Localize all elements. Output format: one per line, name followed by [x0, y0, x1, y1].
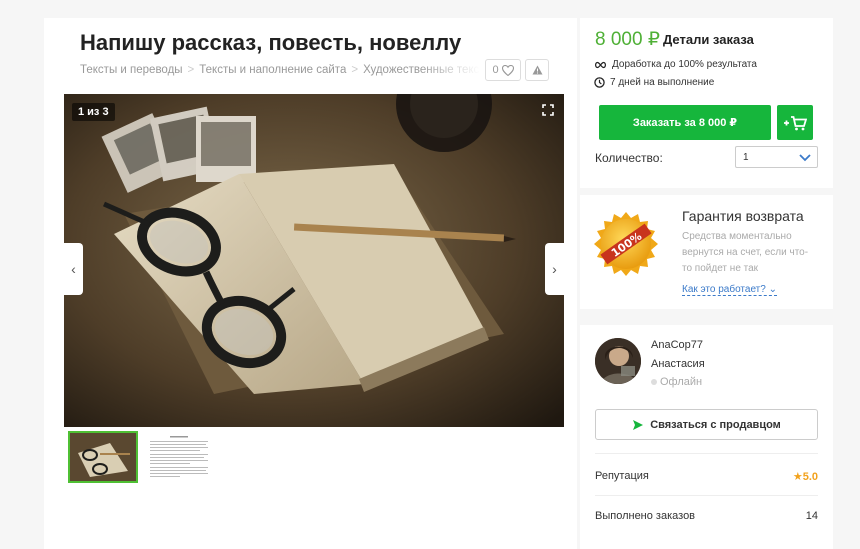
online-status: Офлайн [651, 376, 702, 388]
chevron-down-icon [799, 154, 811, 162]
breadcrumb-separator-icon: > [351, 64, 359, 76]
guarantee-title: Гарантия возврата [682, 208, 804, 224]
divider [595, 495, 818, 496]
quantity-select[interactable]: 1 [735, 146, 818, 168]
send-icon [633, 419, 644, 430]
seller-username[interactable]: AnaCop77 [651, 339, 703, 351]
gallery-photo [64, 94, 564, 427]
gallery-next-button[interactable]: › [545, 243, 564, 295]
heart-icon [501, 64, 514, 76]
order-details-title: Детали заказа [663, 32, 754, 47]
infinity-icon [595, 61, 606, 68]
chevron-right-icon: › [552, 261, 557, 277]
breadcrumb-separator-icon: > [187, 64, 195, 76]
fullscreen-icon[interactable] [542, 103, 554, 121]
avatar[interactable] [595, 338, 641, 384]
status-dot-icon [651, 379, 657, 385]
favorite-button[interactable]: 0 [485, 59, 521, 81]
feature-item: Доработка до 100% результата [594, 59, 757, 70]
money-back-guarantee-badge: 100% [594, 212, 658, 276]
seller-name: Анастасия [651, 358, 705, 370]
gallery-thumbnail[interactable] [68, 431, 138, 483]
how-it-works-link[interactable]: Как это работает? ⌄ [682, 284, 777, 296]
order-panel: 8 000 ₽ Детали заказа Доработка до 100% … [580, 18, 833, 188]
guarantee-text: Средства моментально вернутся на счет, е… [682, 231, 809, 274]
cart-plus-icon [784, 115, 807, 130]
seller-panel: AnaCop77 Анастасия Офлайн Связаться с пр… [580, 325, 833, 549]
chevron-left-icon: ‹ [71, 261, 76, 277]
order-button[interactable]: Заказать за 8 000 ₽ [599, 105, 771, 140]
contact-seller-button[interactable]: Связаться с продавцом [595, 409, 818, 440]
reputation-value: ★5.0 [792, 471, 818, 483]
breadcrumb-item[interactable]: Тексты и переводы [80, 64, 183, 76]
quantity-label: Количество: [595, 151, 663, 165]
favorites-count: 0 [492, 64, 499, 76]
image-gallery[interactable]: 1 из 3 ‹ › [64, 94, 564, 427]
add-to-cart-button[interactable] [777, 105, 813, 140]
gig-title: Напишу рассказ, повесть, новеллу [80, 30, 462, 55]
breadcrumb: Тексты и переводы > Тексты и наполнение са… [80, 64, 480, 76]
gallery-thumbnail[interactable] [148, 432, 210, 482]
orders-completed-label: Выполнено заказов [595, 510, 696, 522]
chevron-down-icon: ⌄ [768, 284, 777, 295]
gig-card: Напишу рассказ, повесть, новеллу Тексты … [44, 18, 577, 549]
quantity-value: 1 [743, 151, 749, 163]
breadcrumb-item[interactable]: Тексты и наполнение сайта [199, 64, 346, 76]
price: 8 000 ₽ [595, 29, 660, 50]
divider [595, 453, 818, 454]
breadcrumb-item[interactable]: Художественные тексты [363, 64, 480, 76]
clock-icon [594, 77, 605, 88]
report-button[interactable] [525, 59, 549, 81]
guarantee-panel: 100% Гарантия возврата Средства моментал… [580, 195, 833, 309]
warning-icon [532, 65, 542, 75]
image-counter: 1 из 3 [72, 103, 115, 121]
reputation-label: Репутация [595, 470, 649, 482]
gallery-prev-button[interactable]: ‹ [64, 243, 83, 295]
orders-completed-value: 14 [805, 510, 818, 522]
feature-item: 7 дней на выполнение [594, 77, 714, 88]
